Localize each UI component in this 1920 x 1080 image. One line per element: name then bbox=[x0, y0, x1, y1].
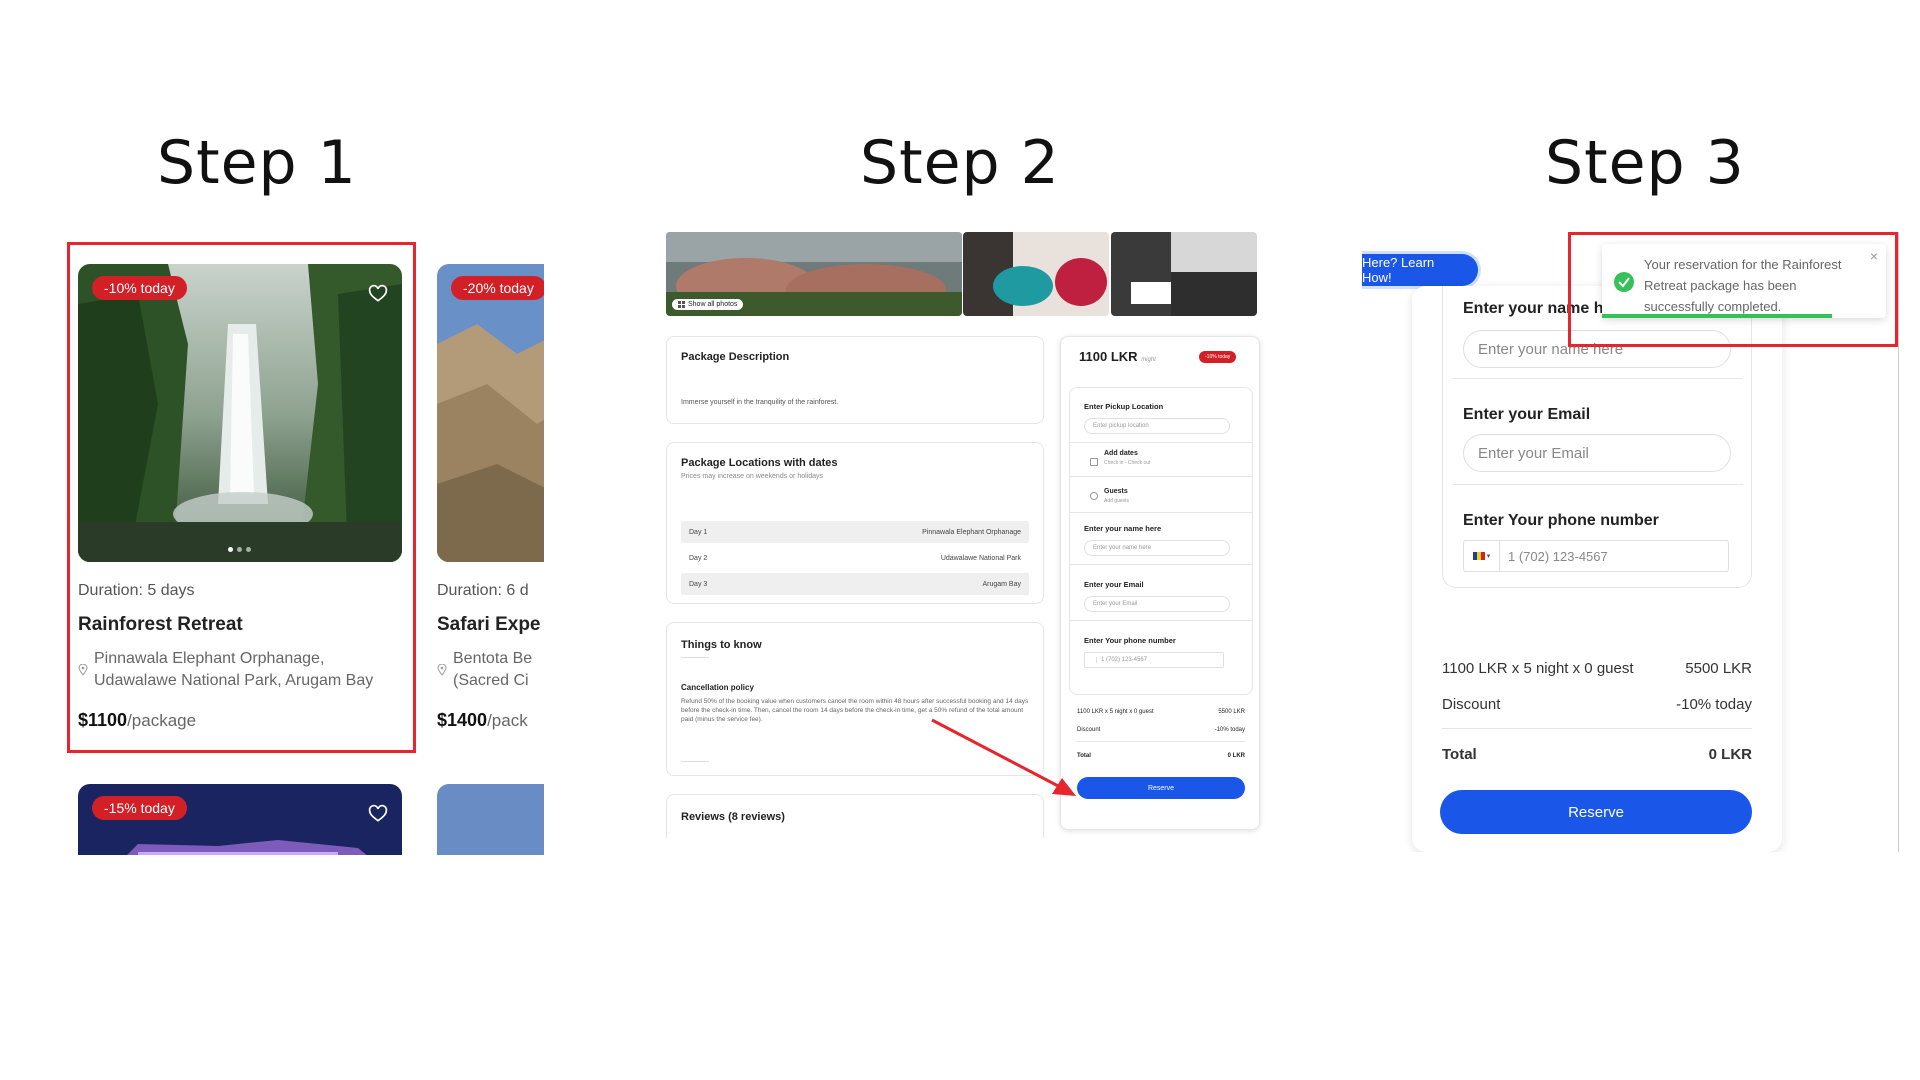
email-label: Enter your Email bbox=[1084, 580, 1144, 589]
phone-input[interactable]: ▾ 1 (702) 123-4567 bbox=[1463, 540, 1729, 572]
discount-row: Discount -10% today bbox=[1077, 727, 1245, 733]
phone-label: Enter Your phone number bbox=[1084, 636, 1176, 645]
calendar-icon bbox=[1090, 458, 1098, 466]
card-image[interactable] bbox=[437, 784, 544, 855]
duration: Duration: 6 d bbox=[437, 582, 529, 599]
highlight-box-step-1 bbox=[67, 242, 416, 753]
guests-label[interactable]: Guests bbox=[1104, 488, 1128, 495]
room-image bbox=[963, 232, 1109, 316]
location-text: Bentota Be (Sacred Ci bbox=[453, 650, 533, 689]
pickup-label: Enter Pickup Location bbox=[1084, 402, 1164, 411]
guests-icon bbox=[1090, 492, 1098, 500]
step-1-title: Step 1 bbox=[157, 128, 357, 198]
card-image[interactable]: -15% today bbox=[78, 784, 402, 855]
panel-edge bbox=[1898, 232, 1899, 852]
email-label: Enter your Email bbox=[1463, 406, 1591, 423]
mountain-image bbox=[437, 264, 544, 562]
step-3-title: Step 3 bbox=[1545, 128, 1745, 198]
step-2-title: Step 2 bbox=[860, 128, 1060, 198]
check-dates: Check in - Check out bbox=[1104, 460, 1151, 466]
pickup-input[interactable]: Enter pickup location bbox=[1084, 418, 1230, 434]
phone-input[interactable]: 1 (702) 123-4567 bbox=[1084, 652, 1224, 668]
highlight-box-step-3 bbox=[1568, 232, 1898, 347]
show-all-photos-label: Show all photos bbox=[688, 301, 738, 308]
grid-icon bbox=[678, 301, 685, 308]
total-row: Total 0 LKR bbox=[1442, 746, 1752, 763]
red-arrow-icon bbox=[931, 718, 1076, 796]
heart-icon[interactable] bbox=[368, 804, 388, 824]
policy-title: Cancellation policy bbox=[681, 683, 754, 692]
discount-badge: -10% today bbox=[1199, 351, 1237, 363]
name-label: Enter your name here bbox=[1084, 524, 1162, 533]
sky-image bbox=[437, 784, 544, 855]
reserve-button[interactable]: Reserve bbox=[1077, 777, 1245, 799]
reserve-button[interactable]: Reserve bbox=[1440, 790, 1752, 834]
description-title: Package Description bbox=[681, 351, 790, 363]
day-row: Day 1 Pinnawala Elephant Orphanage bbox=[681, 521, 1029, 543]
locations-subtitle: Prices may increase on weekends or holid… bbox=[681, 473, 824, 480]
reviews-panel: Reviews (8 reviews) bbox=[666, 794, 1044, 838]
package-locations-panel: Package Locations with dates Prices may … bbox=[666, 442, 1044, 604]
day-row: Day 2 Udawalawe National Park bbox=[689, 554, 1021, 562]
package-location: Bentota Be (Sacred Ci bbox=[437, 648, 544, 692]
day-row: Day 3 Arugam Bay bbox=[681, 573, 1029, 595]
calc-row: 1100 LKR x 5 night x 0 guest 5500 LKR bbox=[1077, 709, 1245, 715]
nightly-price: 1100 LKR /night bbox=[1079, 349, 1156, 364]
gallery-photo-main[interactable]: Show all photos bbox=[666, 232, 962, 316]
booking-form: Enter Pickup Location Enter pickup locat… bbox=[1069, 387, 1253, 695]
package-price: $1400/pack bbox=[437, 710, 528, 730]
total-row: Total 0 LKR bbox=[1077, 753, 1245, 759]
phone-label: Enter Your phone number bbox=[1463, 512, 1659, 529]
locations-title: Package Locations with dates bbox=[681, 457, 838, 469]
discount-row: Discount -10% today bbox=[1442, 696, 1752, 713]
add-dates-label[interactable]: Add dates bbox=[1104, 450, 1138, 457]
booking-sidebar: 1100 LKR /night -10% today Enter Pickup … bbox=[1060, 336, 1260, 830]
name-input[interactable]: Enter your name here bbox=[1084, 540, 1230, 556]
flag-icon bbox=[1472, 552, 1485, 560]
show-all-photos-button[interactable]: Show all photos bbox=[672, 299, 744, 310]
learn-how-button[interactable]: Here? Learn How! bbox=[1362, 254, 1478, 286]
gallery-photo-3[interactable] bbox=[1111, 232, 1257, 316]
discount-badge: -15% today bbox=[92, 796, 187, 820]
gallery-photo-2[interactable] bbox=[963, 232, 1109, 316]
bathroom-image bbox=[1111, 232, 1257, 316]
day-table: Day 1 Pinnawala Elephant Orphanage Day 2U… bbox=[681, 521, 1029, 599]
package-title[interactable]: Safari Expe bbox=[437, 614, 544, 636]
card-image[interactable]: -20% today bbox=[437, 264, 544, 562]
reservation-form-card: Enter your name here Enter your name her… bbox=[1412, 286, 1782, 852]
things-title: Things to know bbox=[681, 639, 762, 651]
flag-icon[interactable] bbox=[1089, 657, 1097, 663]
email-input[interactable]: Enter your Email bbox=[1463, 434, 1731, 472]
discount-badge: -20% today bbox=[451, 276, 544, 300]
package-card-safari[interactable]: -20% today Duration: 6 d Safari Expe Ben… bbox=[437, 264, 544, 731]
package-description-panel: Package Description Immerse yourself in … bbox=[666, 336, 1044, 424]
package-card-city[interactable]: -15% today bbox=[78, 784, 402, 855]
reviews-title[interactable]: Reviews (8 reviews) bbox=[681, 811, 785, 823]
package-card-clipped[interactable] bbox=[437, 784, 544, 855]
location-pin-icon bbox=[437, 664, 447, 676]
add-guests: Add guests bbox=[1104, 498, 1130, 504]
email-input[interactable]: Enter your Email bbox=[1084, 596, 1230, 612]
country-flag-dropdown[interactable]: ▾ bbox=[1464, 541, 1500, 571]
calc-row: 1100 LKR x 5 night x 0 guest 5500 LKR bbox=[1442, 660, 1752, 677]
description-text: Immerse yourself in the tranquility of t… bbox=[681, 399, 839, 406]
